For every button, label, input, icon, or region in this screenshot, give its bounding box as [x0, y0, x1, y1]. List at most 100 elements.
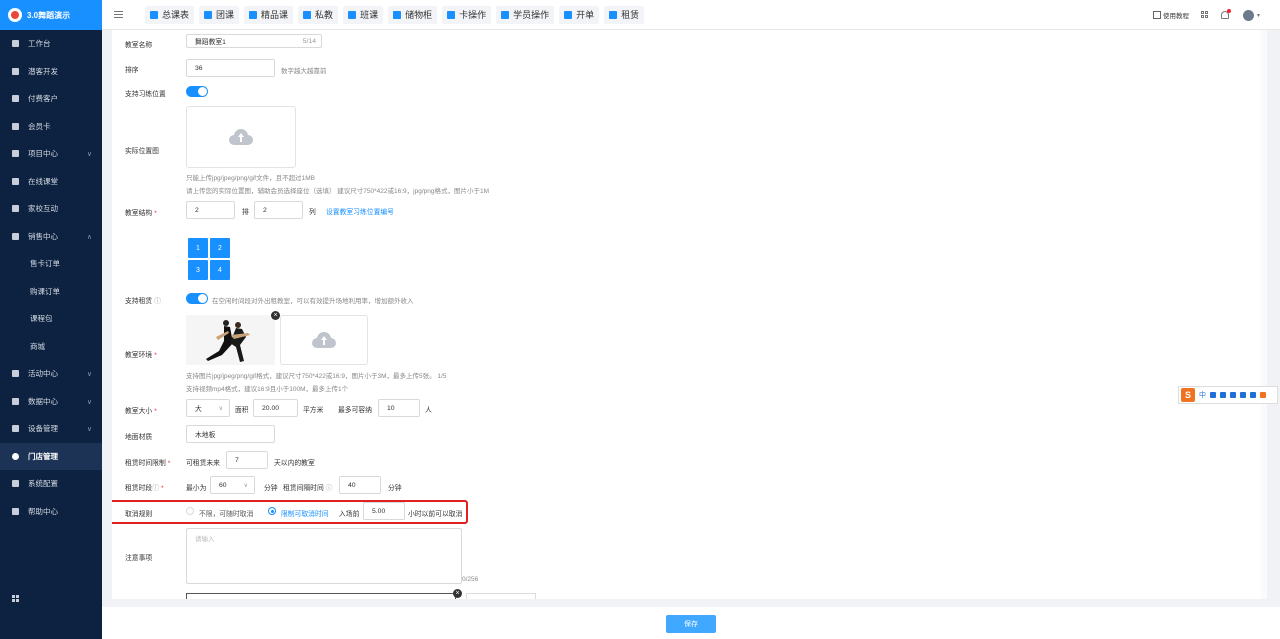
sogou-icon[interactable]: S: [1181, 388, 1195, 402]
brand[interactable]: 3.0舞蹈演示: [0, 0, 102, 30]
sidebar-item-dashboard[interactable]: 工作台: [0, 30, 102, 58]
sidebar-item-users[interactable]: 付费客户: [0, 85, 102, 113]
capacity-input[interactable]: 10: [378, 399, 420, 417]
skin-icon[interactable]: [1240, 392, 1246, 398]
env-hint-1: 支持图片jpg/jpeg/png/gif格式，建议尺寸750*422或16:9，…: [186, 373, 447, 380]
next-field-2[interactable]: [466, 593, 536, 599]
capacity-label: 最多可容纳: [338, 407, 372, 414]
sidebar-item-tag[interactable]: 销售中心 ∧: [0, 223, 102, 251]
area-input[interactable]: 20.00: [253, 399, 298, 417]
sidebar-subitem[interactable]: 商城: [0, 333, 102, 361]
nav-button[interactable]: 卡操作: [442, 5, 492, 24]
scrollbar[interactable]: [1261, 30, 1267, 599]
mic-icon[interactable]: [1220, 392, 1226, 398]
sidebar-item-book[interactable]: 活动中心 ∨: [0, 360, 102, 388]
menu-toggle-icon[interactable]: [114, 9, 123, 20]
cancel-option-unlimited[interactable]: 不限，可随时取消: [199, 508, 253, 518]
cols-input[interactable]: 2: [254, 201, 303, 219]
name-input[interactable]: 舞蹈教室1 5/14: [186, 34, 322, 48]
position-image-label: 实际位置图: [125, 148, 159, 155]
sidebar-item-calendar[interactable]: 项目中心 ∨: [0, 140, 102, 168]
support-position-switch[interactable]: [186, 86, 208, 97]
next-field[interactable]: [186, 593, 456, 599]
position-image-upload[interactable]: [186, 106, 296, 168]
close-icon[interactable]: ×: [453, 589, 462, 598]
floor-input[interactable]: 木地板: [186, 425, 275, 443]
sidebar-item-chat[interactable]: 家校互动: [0, 195, 102, 223]
toolbox-icon[interactable]: [1250, 392, 1256, 398]
seat-2[interactable]: 2: [210, 238, 230, 258]
size-select[interactable]: 大 ∨: [186, 399, 230, 417]
cancel-suffix: 小时以前可以取消: [408, 511, 463, 518]
sidebar-item-device[interactable]: 设备管理 ∨: [0, 415, 102, 443]
sidebar-subitem[interactable]: 课程包: [0, 305, 102, 333]
sidebar-item-label: 潜客开发: [28, 66, 58, 76]
seat-4[interactable]: 4: [210, 260, 230, 280]
structure-label: 教室结构 *: [125, 210, 157, 217]
remove-photo-icon[interactable]: ×: [271, 311, 280, 320]
nav-button[interactable]: 班课: [343, 5, 384, 24]
bell-icon[interactable]: [1220, 9, 1231, 19]
apps-grid-icon[interactable]: [12, 595, 20, 603]
sort-input[interactable]: 36: [186, 59, 275, 77]
rows-input[interactable]: 2: [186, 201, 235, 219]
cancel-option-limited-radio[interactable]: [268, 507, 276, 515]
nav-button[interactable]: 私教: [298, 5, 339, 24]
sidebar-item-config[interactable]: 系统配置: [0, 470, 102, 498]
sidebar-subitem[interactable]: 购课订单: [0, 278, 102, 306]
nav-label: 开单: [576, 10, 595, 20]
nav-button[interactable]: 学员操作: [496, 5, 555, 24]
env-photo[interactable]: [186, 315, 275, 365]
nav-button[interactable]: 储物柜: [388, 5, 438, 24]
chat-icon: [12, 205, 19, 213]
nav-icon: [249, 10, 258, 19]
rental-switch[interactable]: [186, 293, 208, 304]
seat-3[interactable]: 3: [188, 260, 208, 280]
sidebar-item-tv[interactable]: 在线课堂: [0, 168, 102, 196]
save-button[interactable]: 保存: [666, 615, 716, 633]
interval-input[interactable]: 40: [339, 476, 381, 494]
min-select[interactable]: 60 ∨: [210, 476, 255, 494]
apps-icon[interactable]: [1200, 11, 1209, 19]
punct-icon[interactable]: [1210, 392, 1216, 398]
sidebar-item-pie[interactable]: 数据中心 ∨: [0, 388, 102, 416]
nav-button[interactable]: 开单: [559, 5, 600, 24]
cancel-option-limited[interactable]: 限制可取消时间: [281, 508, 329, 518]
nav-button[interactable]: 总课表: [145, 5, 195, 24]
ime-toolbar[interactable]: S 中: [1178, 386, 1278, 404]
rental-label: 支持租赁 ⓘ: [125, 298, 161, 305]
set-seat-link[interactable]: 设置教室习练位置编号: [326, 206, 394, 216]
env-hint-2: 支持视频mp4格式，建议16:9且小于100M，最多上传1个: [186, 386, 349, 393]
seat-1[interactable]: 1: [188, 238, 208, 258]
notes-textarea[interactable]: 请输入: [186, 528, 462, 584]
pie-icon: [12, 397, 19, 405]
sidebar-item-card[interactable]: 会员卡: [0, 113, 102, 141]
more-icon[interactable]: [1260, 392, 1266, 398]
size-value: 大: [195, 406, 202, 413]
cancel-hours-input[interactable]: 5.00: [363, 502, 405, 520]
sidebar-item-help[interactable]: 帮助中心: [0, 498, 102, 526]
tutorial-link[interactable]: 使用教程: [1163, 10, 1189, 20]
chevron-up-icon: ∧: [86, 233, 92, 241]
config-icon: [12, 480, 19, 488]
chevron-down-icon[interactable]: ▾: [1257, 12, 1260, 19]
sidebar-item-user-card[interactable]: 潜客开发: [0, 58, 102, 86]
card-icon: [12, 122, 19, 130]
sidebar-item-store[interactable]: 门店管理: [0, 442, 102, 470]
rent-limit-input[interactable]: 7: [226, 451, 268, 469]
keyboard-icon[interactable]: [1230, 392, 1236, 398]
chevron-down-icon: ∨: [86, 371, 92, 378]
nav-button[interactable]: 精品课: [244, 5, 294, 24]
capacity-unit: 人: [425, 407, 432, 414]
name-label: 教室名称: [125, 42, 153, 49]
env-upload[interactable]: [280, 315, 368, 365]
sidebar-subitem[interactable]: 售卡订单: [0, 250, 102, 278]
device-icon: [12, 425, 19, 433]
user-card-icon: [12, 67, 19, 75]
avatar[interactable]: [1242, 9, 1254, 21]
sidebar-item-label: 系统配置: [28, 479, 58, 489]
nav-button[interactable]: 团课: [199, 5, 240, 24]
ime-mode[interactable]: 中: [1199, 390, 1206, 400]
nav-button[interactable]: 租赁: [604, 5, 645, 24]
cancel-option-unlimited-radio[interactable]: [186, 507, 194, 515]
